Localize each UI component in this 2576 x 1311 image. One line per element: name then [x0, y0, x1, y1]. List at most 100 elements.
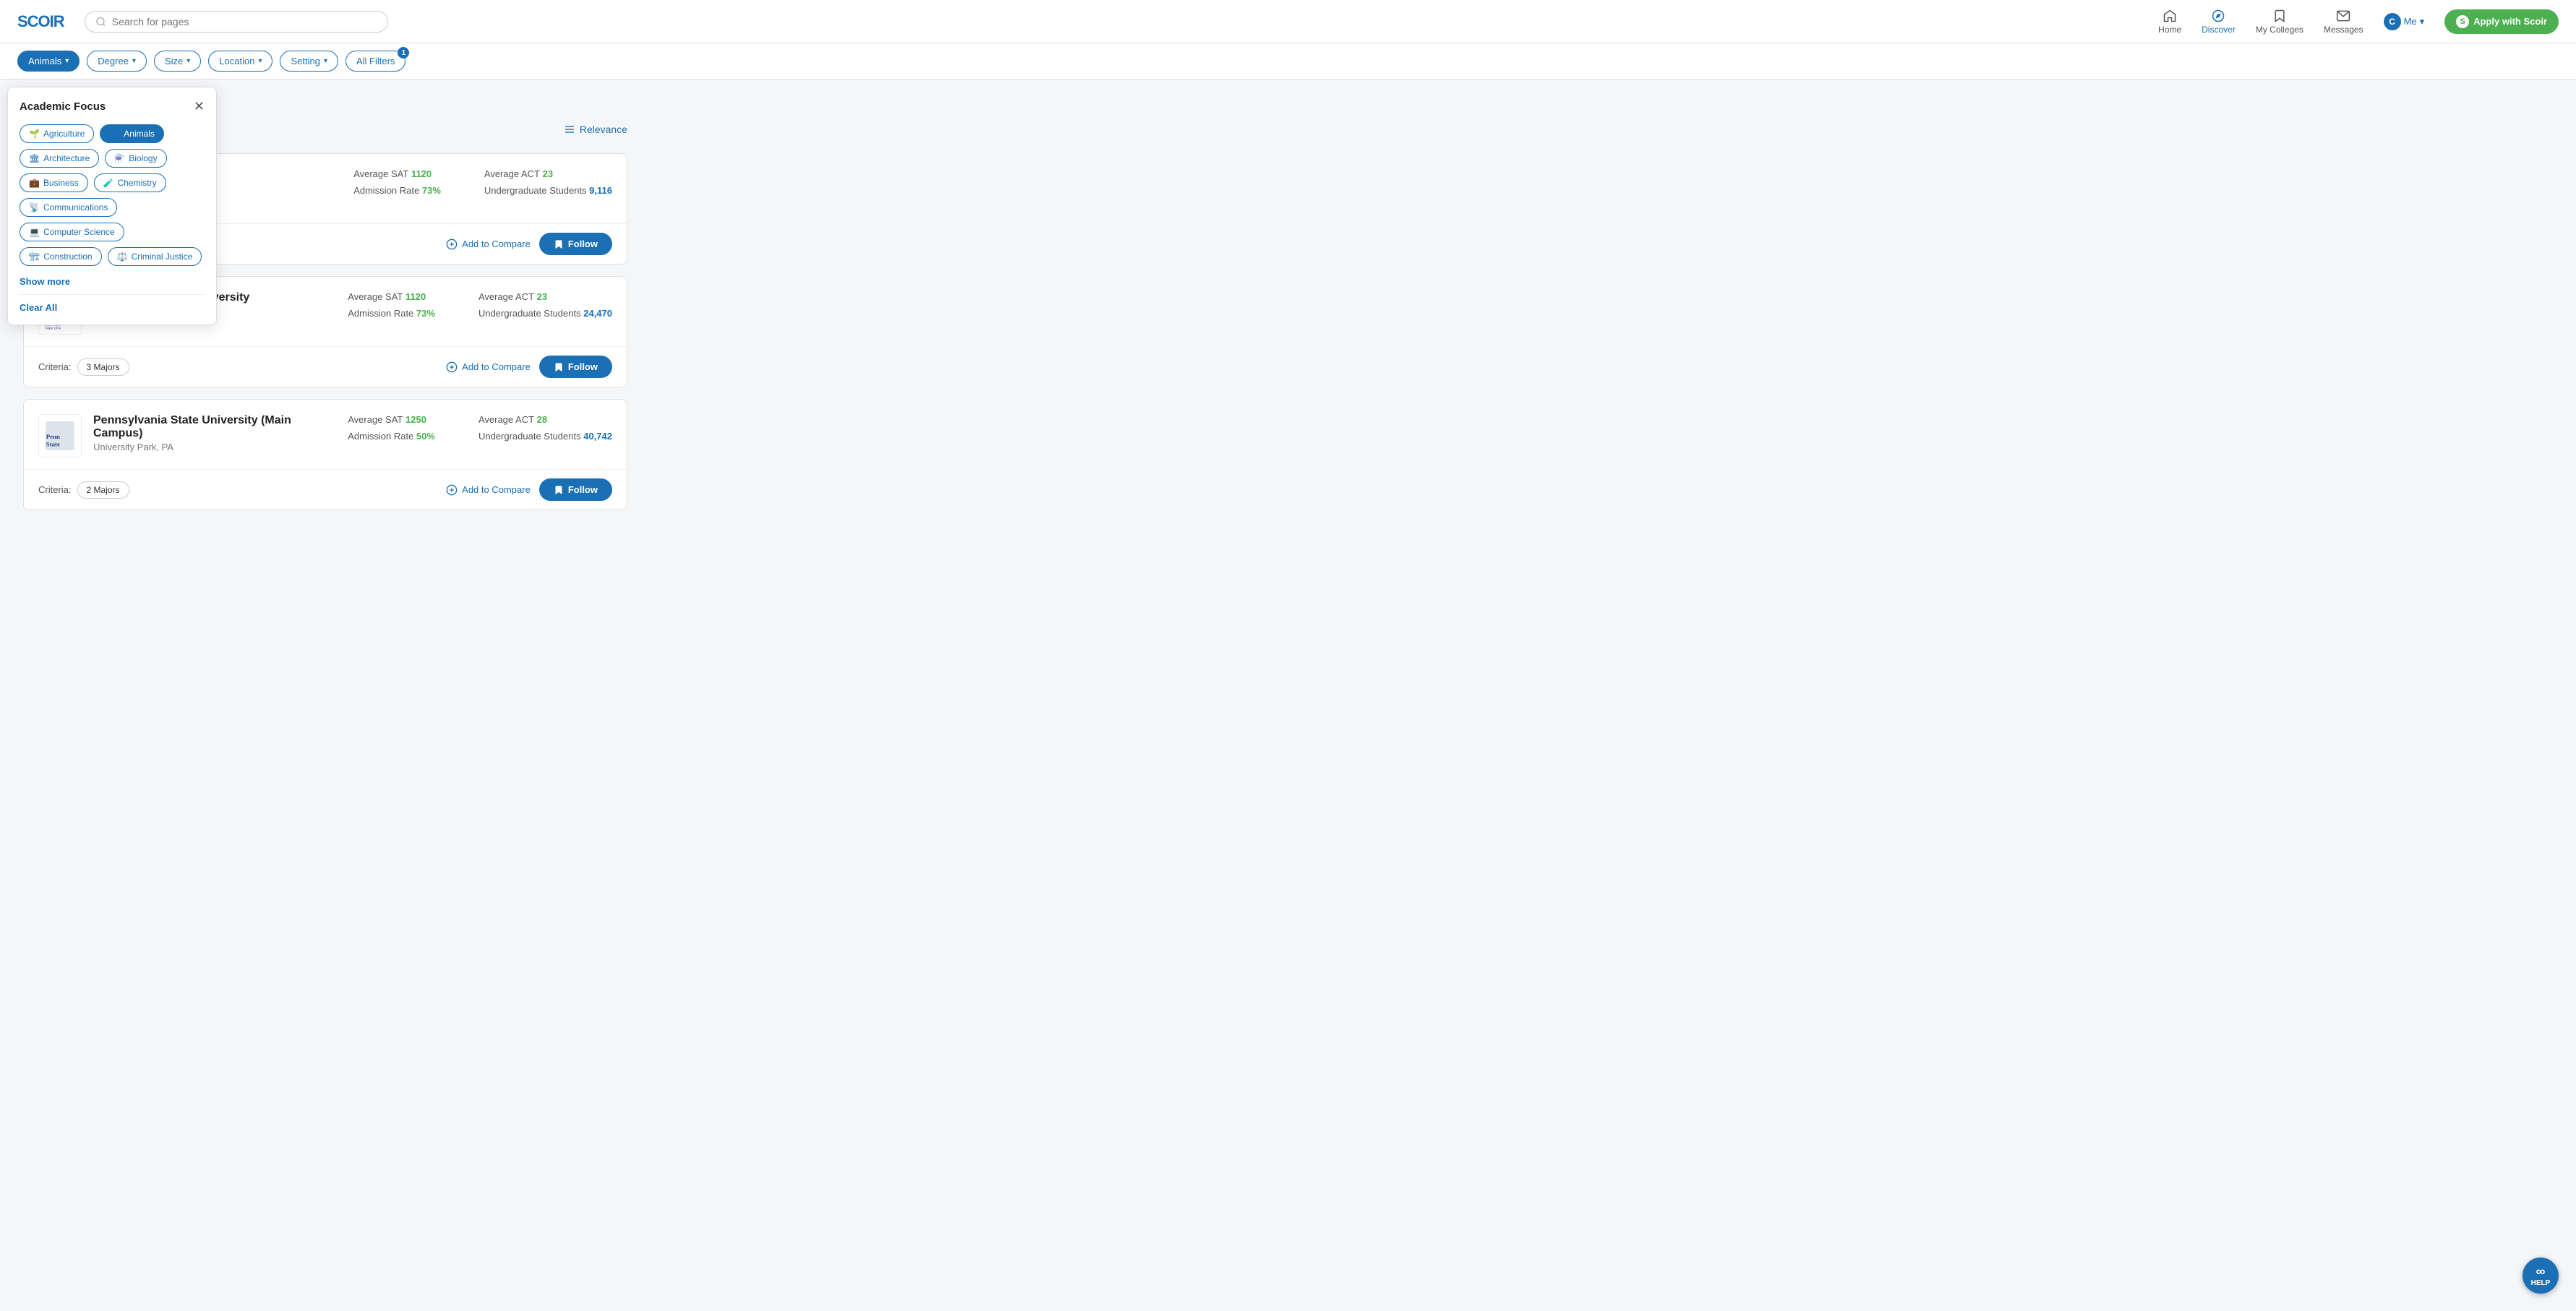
- main-nav: Home Discover My Colleges Messages C Me …: [2158, 9, 2559, 35]
- follow-wsu-label: Follow: [568, 361, 598, 372]
- animals-filter-button[interactable]: Animals ▾: [17, 51, 80, 72]
- tag-agriculture[interactable]: 🌱 Agriculture: [20, 124, 94, 143]
- tag-chemistry[interactable]: 🧪 Chemistry: [94, 173, 166, 192]
- avg-act-idaho: Average ACT 23: [484, 168, 612, 179]
- clear-all-button[interactable]: Clear All: [20, 294, 205, 313]
- tag-animals[interactable]: 🐾 Animals: [100, 124, 164, 143]
- agriculture-icon: 🌱: [29, 129, 40, 139]
- tag-architecture[interactable]: 🏛 Architecture: [20, 149, 99, 168]
- card-actions-idaho: Add to Compare Follow: [446, 233, 612, 255]
- help-icon: ∞: [2536, 1264, 2546, 1279]
- card-bottom-psu: Criteria: 2 Majors Add to Compare Follow: [24, 469, 627, 510]
- stat-group-left-wsu: Average SAT 1120 Admission Rate 73%: [348, 291, 435, 319]
- degree-chevron-icon: ▾: [132, 57, 136, 65]
- stat-group-left-psu: Average SAT 1250 Admission Rate 50%: [348, 414, 435, 442]
- dropdown-close-button[interactable]: ✕: [194, 99, 205, 114]
- add-compare-psu-label: Add to Compare: [462, 484, 531, 495]
- criteria-section-wsu: Criteria: 3 Majors: [38, 358, 129, 376]
- apply-button[interactable]: S Apply with Scoir: [2444, 9, 2559, 34]
- size-filter-label: Size: [165, 56, 183, 66]
- criminal-justice-icon: ⚖️: [117, 252, 128, 262]
- avg-sat-wsu: Average SAT 1120: [348, 291, 435, 302]
- nav-my-colleges[interactable]: My Colleges: [2256, 9, 2304, 35]
- search-bar[interactable]: [85, 11, 388, 33]
- follow-idaho-button[interactable]: Follow: [539, 233, 612, 255]
- criteria-tag-psu[interactable]: 2 Majors: [77, 481, 129, 499]
- follow-idaho-label: Follow: [568, 238, 598, 249]
- nav-discover[interactable]: Discover: [2202, 9, 2236, 35]
- svg-text:Penn: Penn: [46, 433, 60, 440]
- nav-messages[interactable]: Messages: [2324, 9, 2364, 35]
- all-filters-label: All Filters: [356, 56, 395, 66]
- criteria-section-psu: Criteria: 2 Majors: [38, 481, 129, 499]
- show-more-button[interactable]: Show more: [20, 276, 205, 287]
- criteria-tag-wsu[interactable]: 3 Majors: [77, 358, 129, 376]
- location-filter-label: Location: [219, 56, 254, 66]
- animals-filter-label: Animals: [28, 56, 61, 66]
- tag-communications[interactable]: 📡 Communications: [20, 198, 117, 217]
- help-button[interactable]: ∞ HELP: [2523, 1258, 2559, 1294]
- add-compare-psu-button[interactable]: Add to Compare: [446, 484, 531, 496]
- college-card-penn-state: Penn State Pennsylvania State University…: [23, 399, 627, 510]
- avg-act-psu: Average ACT 28: [478, 414, 612, 425]
- relevance-sort-button[interactable]: Relevance: [564, 124, 627, 135]
- stat-group-right-psu: Average ACT 28 Undergraduate Students 40…: [478, 414, 612, 442]
- admission-rate-psu: Admission Rate 50%: [348, 431, 435, 442]
- stat-group-right-wsu: Average ACT 23 Undergraduate Students 24…: [478, 291, 612, 319]
- me-chevron-icon: ▾: [2420, 16, 2425, 27]
- all-filters-badge: 1: [398, 47, 409, 59]
- stat-group-right-idaho: Average ACT 23 Undergraduate Students 9,…: [484, 168, 612, 196]
- card-bottom-wsu: Criteria: 3 Majors Add to Compare Follow: [24, 346, 627, 387]
- add-compare-idaho-label: Add to Compare: [462, 238, 531, 249]
- chemistry-icon: 🧪: [103, 178, 114, 188]
- tag-criminal-justice-label: Criminal Justice: [132, 252, 193, 262]
- tag-biology[interactable]: ⚗️ Biology: [105, 149, 166, 168]
- tag-business[interactable]: 💼 Business: [20, 173, 88, 192]
- nav-discover-label: Discover: [2202, 25, 2236, 35]
- add-compare-wsu-button[interactable]: Add to Compare: [446, 361, 531, 373]
- setting-filter-button[interactable]: Setting ▾: [280, 51, 338, 72]
- undergrad-idaho: Undergraduate Students 9,116: [484, 185, 612, 196]
- degree-filter-label: Degree: [98, 56, 129, 66]
- tag-computer-science[interactable]: 💻 Computer Science: [20, 223, 124, 241]
- admission-rate-idaho: Admission Rate 73%: [353, 185, 441, 196]
- apply-icon: S: [2456, 15, 2469, 28]
- nav-messages-label: Messages: [2324, 25, 2364, 35]
- nav-my-colleges-label: My Colleges: [2256, 25, 2304, 35]
- tag-construction[interactable]: 🏗 Construction: [20, 247, 102, 266]
- tag-criminal-justice[interactable]: ⚖️ Criminal Justice: [108, 247, 202, 266]
- search-input[interactable]: [112, 16, 377, 27]
- criteria-label-psu: Criteria:: [38, 484, 72, 495]
- penn-state-logo: Penn State: [38, 414, 82, 457]
- computer-science-icon: 💻: [29, 227, 40, 237]
- nav-home[interactable]: Home: [2158, 9, 2181, 35]
- tag-business-label: Business: [43, 178, 79, 188]
- search-icon: [95, 16, 106, 27]
- tag-construction-label: Construction: [43, 252, 92, 262]
- nav-home-label: Home: [2158, 25, 2181, 35]
- dropdown-title: Academic Focus: [20, 100, 106, 113]
- follow-psu-button[interactable]: Follow: [539, 478, 612, 501]
- follow-wsu-button[interactable]: Follow: [539, 356, 612, 378]
- me-label: Me: [2404, 16, 2417, 27]
- tag-communications-label: Communications: [43, 202, 108, 212]
- apply-label: Apply with Scoir: [2473, 16, 2547, 27]
- college-stats-wsu: Average SAT 1120 Admission Rate 73% Aver…: [348, 291, 612, 319]
- setting-filter-label: Setting: [291, 56, 319, 66]
- add-compare-idaho-button[interactable]: Add to Compare: [446, 238, 531, 250]
- college-location-psu: University Park, PA: [93, 442, 336, 452]
- avg-sat-idaho: Average SAT 1120: [353, 168, 441, 179]
- logo: SCOIR: [17, 12, 64, 31]
- tag-agriculture-label: Agriculture: [43, 129, 85, 139]
- size-filter-button[interactable]: Size ▾: [154, 51, 201, 72]
- relevance-label: Relevance: [580, 124, 627, 135]
- degree-filter-button[interactable]: Degree ▾: [87, 51, 147, 72]
- architecture-icon: 🏛: [29, 153, 40, 163]
- location-filter-button[interactable]: Location ▾: [208, 51, 272, 72]
- location-chevron-icon: ▾: [258, 57, 262, 65]
- me-avatar: C: [2384, 13, 2401, 30]
- college-stats-psu: Average SAT 1250 Admission Rate 50% Aver…: [348, 414, 612, 442]
- nav-me[interactable]: C Me ▾: [2384, 13, 2425, 30]
- tag-computer-science-label: Computer Science: [43, 227, 115, 237]
- all-filters-button[interactable]: All Filters 1: [345, 51, 405, 72]
